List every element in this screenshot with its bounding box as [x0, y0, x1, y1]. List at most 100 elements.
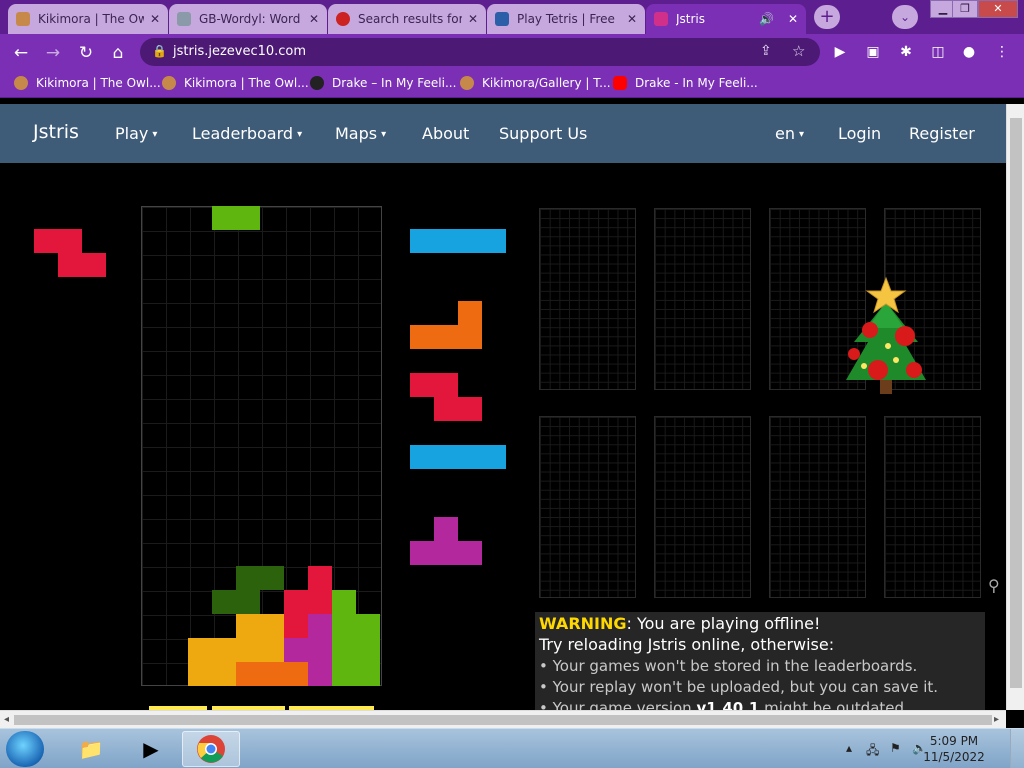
show-desktop-button[interactable] — [1010, 729, 1024, 768]
jstris-favicon-icon — [654, 12, 668, 26]
reload-button[interactable]: ↻ — [75, 42, 97, 64]
nav-maps-menu[interactable]: Maps ▾ — [335, 124, 386, 143]
nav-play-menu[interactable]: Play ▾ — [115, 124, 157, 143]
nav-leaderboard-menu[interactable]: Leaderboard ▾ — [192, 124, 302, 143]
tab-close-icon[interactable]: ✕ — [150, 12, 160, 26]
warning-bullet: • Your game version v1.40.1 might be out… — [539, 699, 981, 710]
profile-avatar-icon[interactable]: ● — [959, 42, 979, 62]
login-link[interactable]: Login — [838, 124, 881, 143]
tab-search-button[interactable]: ⌄ — [892, 5, 918, 29]
opponent-board — [654, 208, 751, 390]
offline-warning: WARNING: You are playing offline! Try re… — [535, 612, 985, 710]
hold-block — [58, 253, 82, 277]
extensions-puzzle-icon[interactable]: ✱ — [896, 42, 916, 62]
bookmark-label: Kikimora | The Owl... — [36, 76, 161, 90]
warning-bullet-post: might be outdated. — [759, 699, 909, 710]
bookmark-item[interactable]: Drake – In My Feeli... — [310, 76, 456, 90]
warning-headline: : You are playing offline! — [626, 614, 821, 633]
queue-i-piece — [410, 445, 506, 469]
horizontal-scrollbar[interactable]: ◂ ▸ — [0, 710, 1006, 728]
taskbar-explorer[interactable]: 📁 — [62, 731, 120, 767]
warning-bullet: • Your replay won't be uploaded, but you… — [539, 678, 939, 696]
taskbar-chrome[interactable] — [182, 731, 240, 767]
folder-icon: 📁 — [78, 737, 104, 761]
tab-close-icon[interactable]: ✕ — [627, 12, 637, 26]
bookmark-item[interactable]: Kikimora/Gallery | T... — [460, 76, 611, 90]
scroll-right-icon[interactable]: ▸ — [994, 714, 999, 725]
address-bar[interactable]: 🔒 jstris.jezevec10.com ⇪ ☆ — [140, 38, 820, 66]
tray-expand-icon[interactable]: ▴ — [846, 741, 852, 755]
tab-jstris[interactable]: Jstris 🔊 ✕ — [646, 4, 806, 34]
clock-date: 11/5/2022 — [923, 750, 985, 764]
tab-wordyl[interactable]: GB-Wordyl: Word ✕ — [169, 4, 327, 34]
tab-close-icon[interactable]: ✕ — [468, 12, 478, 26]
url-text[interactable]: jstris.jezevec10.com — [173, 44, 306, 59]
ornament — [848, 348, 860, 360]
mario-favicon-icon — [336, 12, 350, 26]
start-button[interactable] — [6, 731, 44, 767]
owl-bookmark-icon — [460, 76, 474, 90]
extension-image-icon[interactable]: ▣ — [863, 42, 883, 62]
bookmark-item[interactable]: Kikimora | The Owl... — [162, 76, 309, 90]
ornament — [862, 322, 878, 338]
opponent-board — [654, 416, 751, 598]
bookmark-item[interactable]: Kikimora | The Owl... — [14, 76, 161, 90]
jstris-logo[interactable]: Jstris — [33, 121, 79, 143]
back-button[interactable]: ← — [10, 42, 32, 64]
zoom-icon[interactable]: ⚲ — [988, 576, 1000, 595]
tab-strip: Kikimora | The Ow ✕ GB-Wordyl: Word ✕ Se… — [0, 0, 1024, 34]
tab-search-results[interactable]: Search results for ✕ — [328, 4, 486, 34]
maximize-button[interactable]: ❐ — [952, 0, 978, 18]
menu-kebab-icon[interactable]: ⋮ — [992, 42, 1012, 62]
opponent-board — [539, 208, 636, 390]
nav-support-link[interactable]: Support Us — [499, 124, 587, 143]
speaker-icon[interactable]: 🔊 — [759, 12, 774, 26]
new-tab-button[interactable]: + — [814, 5, 840, 29]
bookmark-label: Drake – In My Feeli... — [332, 76, 457, 90]
tetris-favicon-icon — [495, 12, 509, 26]
bookmark-star-icon[interactable]: ☆ — [792, 42, 805, 60]
tab-close-icon[interactable]: ✕ — [788, 12, 798, 26]
forward-button[interactable]: → — [42, 42, 64, 64]
tab-kikimora[interactable]: Kikimora | The Ow ✕ — [8, 4, 168, 34]
lock-icon[interactable]: 🔒 — [152, 44, 167, 58]
share-icon[interactable]: ⇪ — [760, 43, 772, 59]
media-player-icon: ▶ — [143, 737, 159, 761]
stack-block — [236, 662, 308, 686]
tab-title: Search results for — [358, 12, 462, 26]
stack-block — [236, 566, 284, 590]
caret-down-icon: ▾ — [798, 129, 805, 140]
home-button[interactable]: ⌂ — [107, 42, 129, 64]
music-bookmark-icon — [310, 76, 324, 90]
language-menu[interactable]: en ▾ — [775, 124, 804, 143]
scrollbar-thumb[interactable] — [14, 715, 992, 725]
hold-block — [34, 229, 58, 253]
windows-taskbar: 📁 ▶ ▴ 🖧 ⚑ 🔈 5:09 PM 11/5/2022 — [0, 728, 1024, 768]
tab-close-icon[interactable]: ✕ — [309, 12, 319, 26]
register-link[interactable]: Register — [909, 124, 975, 143]
scroll-left-icon[interactable]: ◂ — [4, 714, 9, 725]
caret-down-icon: ▾ — [297, 129, 303, 140]
system-clock[interactable]: 5:09 PM 11/5/2022 — [922, 733, 986, 765]
site-navbar: Jstris Play ▾ Leaderboard ▾ Maps ▾ About Su… — [0, 104, 1006, 163]
warning-bullet: • Your games won't be stored in the lead… — [539, 657, 918, 675]
side-panel-icon[interactable]: ◫ — [928, 42, 948, 62]
extension-cursor-icon[interactable]: ▶ — [830, 42, 850, 62]
tab-play-tetris[interactable]: Play Tetris | Free ✕ — [487, 4, 645, 34]
flag-icon[interactable]: ⚑ — [890, 741, 901, 755]
vertical-scrollbar[interactable] — [1006, 104, 1024, 710]
queue-t-piece — [434, 517, 458, 541]
network-icon[interactable]: 🖧 — [866, 741, 879, 762]
stack-block — [308, 662, 332, 686]
caret-down-icon: ▾ — [152, 129, 158, 140]
taskbar-media-player[interactable]: ▶ — [122, 731, 180, 767]
stack-block — [284, 590, 332, 614]
nav-leaderboard-label: Leaderboard — [192, 124, 294, 143]
stack-block — [332, 662, 380, 686]
close-window-button[interactable]: ✕ — [978, 0, 1018, 18]
stack-block — [332, 590, 356, 614]
nav-about-link[interactable]: About — [422, 124, 469, 143]
queue-i-piece — [410, 229, 506, 253]
scrollbar-thumb[interactable] — [1010, 118, 1022, 688]
bookmark-item[interactable]: Drake - In My Feeli... — [613, 76, 758, 90]
